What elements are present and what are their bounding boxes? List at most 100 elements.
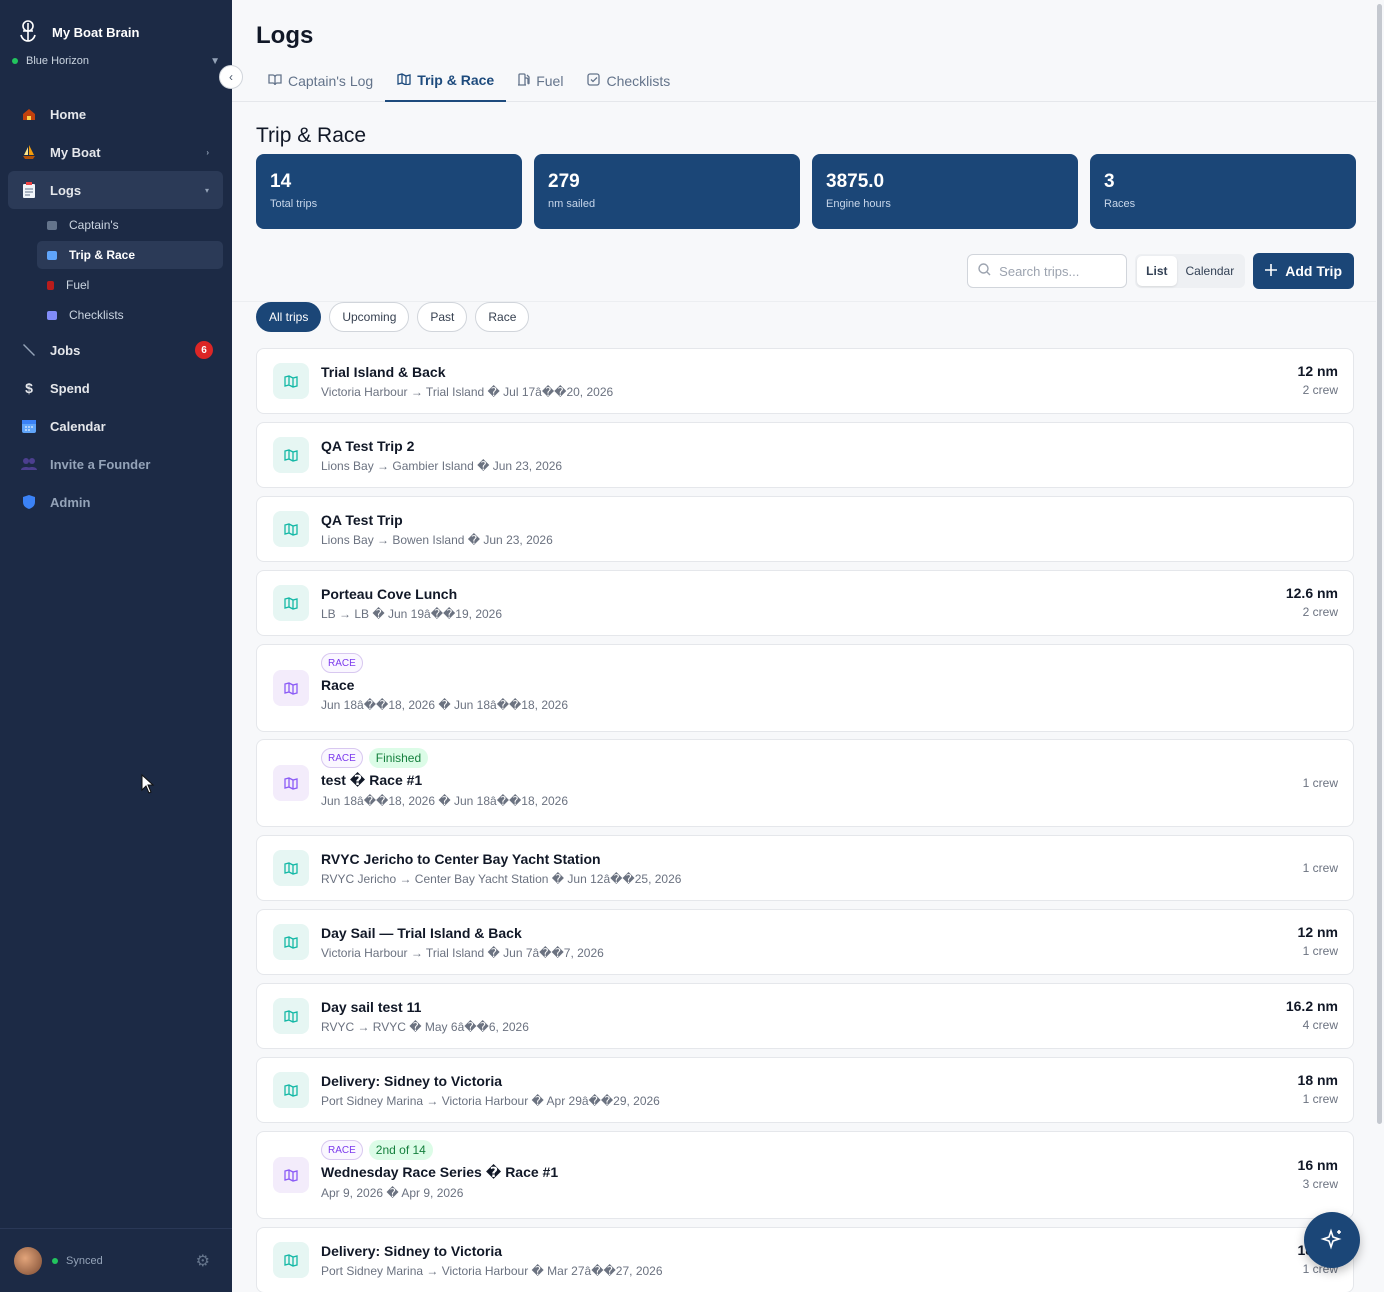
trip-subtitle: RVYC → RVYC � May 6â��6, 2026 (321, 1020, 529, 1034)
trip-subtitle: Port Sidney Marina → Victoria Harbour � … (321, 1094, 660, 1108)
map-icon (273, 998, 309, 1034)
trip-body: RACE Race Jun 18â��18, 2026 � Jun 18â��18,… (321, 653, 568, 712)
app-name: My Boat Brain (52, 24, 140, 40)
sidebar-item-my-boat[interactable]: My Boat › (8, 133, 223, 171)
race-tag: RACE (321, 1140, 363, 1160)
trip-subtitle: Jun 18â��18, 2026 � Jun 18â��18, 2026 (321, 698, 569, 712)
sidebar-subitem-checklists[interactable]: Checklists (37, 301, 223, 329)
boat-selector[interactable]: Blue Horizon ▼ (12, 55, 220, 67)
trip-meta: 12 nm 2 crew (1298, 363, 1338, 397)
sidebar-item-label: Logs (50, 182, 82, 198)
chevron-right-icon: › (206, 147, 209, 157)
trip-crew: 1 crew (1302, 776, 1338, 790)
sidebar-item-admin[interactable]: Admin (8, 483, 223, 521)
stat-label: Races (1104, 198, 1136, 210)
sidebar-footer: Synced ⚙ (0, 1228, 232, 1292)
trip-row[interactable]: Porteau Cove Lunch LB → LB � Jun 19â��19,… (256, 570, 1354, 636)
view-calendar-button[interactable]: Calendar (1177, 256, 1244, 286)
tab-fuel[interactable]: Fuel (506, 60, 575, 102)
tab-captains-log[interactable]: Captain's Log (256, 60, 385, 102)
checkbox-icon (587, 73, 601, 89)
sidebar-subitem-fuel[interactable]: Fuel (37, 271, 223, 299)
trip-row[interactable]: Trial Island & Back Victoria Harbour → Tr… (256, 348, 1354, 414)
trip-subtitle: Apr 9, 2026 � Apr 9, 2026 (321, 1186, 464, 1200)
stat-card-races: 3 Races (1090, 154, 1356, 229)
map-icon (273, 363, 309, 399)
book-icon (47, 220, 57, 230)
stat-card-nm-sailed: 279 nm sailed (534, 154, 800, 229)
online-status-dot (12, 58, 18, 64)
brand[interactable]: My Boat Brain (16, 18, 139, 46)
trip-row[interactable]: QA Test Trip 2 Lions Bay → Gambier Island… (256, 422, 1354, 488)
race-tag: RACE (321, 748, 363, 768)
trip-meta: 12 nm 1 crew (1298, 924, 1338, 958)
trip-body: Day Sail — Trial Island & Back Victoria H… (321, 925, 604, 960)
stat-value: 3875.0 (826, 171, 885, 192)
map-icon (273, 670, 309, 706)
stat-card-total-trips: 14 Total trips (256, 154, 522, 229)
map-icon (273, 765, 309, 801)
trip-crew: 1 crew (1302, 861, 1338, 875)
result-badge: Finished (368, 748, 429, 768)
trip-title: Delivery: Sidney to Victoria (321, 1243, 503, 1259)
filter-all-trips[interactable]: All trips (256, 302, 322, 332)
sidebar-subitem-trip-race[interactable]: Trip & Race (37, 241, 223, 269)
stat-label: nm sailed (548, 198, 596, 210)
filter-race[interactable]: Race (475, 302, 530, 332)
sidebar-item-jobs[interactable]: Jobs 6 (8, 331, 223, 369)
trip-crew: 2 crew (1302, 383, 1338, 397)
trip-crew: 3 crew (1302, 1177, 1338, 1191)
trip-crew: 1 crew (1302, 1092, 1338, 1106)
trip-crew: 2 crew (1302, 605, 1338, 619)
trip-row[interactable]: RACE Race Jun 18â��18, 2026 � Jun 18â��18,… (256, 644, 1354, 732)
book-open-icon (268, 73, 282, 89)
view-list-button[interactable]: List (1137, 256, 1177, 286)
trip-crew: 4 crew (1302, 1018, 1338, 1032)
ai-assistant-button[interactable] (1304, 1212, 1360, 1268)
sidebar-item-invite-founder[interactable]: Invite a Founder (8, 445, 223, 483)
checkbox-icon (47, 310, 57, 320)
trip-row[interactable]: Day Sail — Trial Island & Back Victoria H… (256, 909, 1354, 975)
gear-icon[interactable]: ⚙ (196, 1251, 210, 1271)
trip-meta: 12.6 nm 2 crew (1286, 585, 1338, 619)
trip-distance: 16.2 nm (1285, 998, 1338, 1014)
tab-checklists[interactable]: Checklists (575, 60, 682, 102)
trip-row[interactable]: RACE 2nd of 14 Wednesday Race Series � Rac… (256, 1131, 1354, 1219)
chevron-down-icon: ▾ (204, 185, 209, 195)
trip-row[interactable]: Delivery: Sidney to Victoria Port Sidney … (256, 1057, 1354, 1123)
sidebar-item-calendar[interactable]: Calendar (8, 407, 223, 445)
trip-row[interactable]: RACE Finished test � Race #1 Jun 18â��18, 2… (256, 739, 1354, 827)
sidebar-item-label: Admin (50, 494, 91, 510)
tab-trip-race[interactable]: Trip & Race (385, 60, 507, 102)
anchor-tree-logo-icon (20, 20, 36, 42)
sidebar-subitem-captains[interactable]: Captain's (37, 211, 223, 239)
trip-row[interactable]: QA Test Trip Lions Bay → Bowen Island � J… (256, 496, 1354, 562)
page-scrollbar[interactable] (1377, 4, 1382, 1124)
race-tag: RACE (321, 653, 363, 673)
logs-submenu: Captain's Trip & Race Fuel Checklists (8, 211, 223, 329)
sidebar-item-logs[interactable]: Logs ▾ (8, 171, 223, 209)
main-content: Logs Captain's Log Trip & Race Fuel Chec… (232, 0, 1384, 1292)
add-trip-button[interactable]: Add Trip (1253, 253, 1354, 289)
filter-upcoming[interactable]: Upcoming (329, 302, 410, 332)
filter-past[interactable]: Past (417, 302, 468, 332)
sidebar-nav: Home My Boat › Logs ▾ Captain's Trip & R… (8, 95, 223, 521)
boat-name: Blue Horizon (26, 55, 89, 67)
wrench-icon (20, 341, 38, 359)
trip-subtitle: Jun 18â��18, 2026 � Jun 18â��18, 2026 (321, 794, 569, 808)
add-trip-label: Add Trip (1285, 263, 1342, 279)
list-controls: Search trips... List Calendar Add Trip (967, 253, 1354, 289)
sidebar-item-spend[interactable]: $ Spend (8, 369, 223, 407)
sync-status: Synced (66, 1254, 103, 1267)
page-header: Logs Captain's Log Trip & Race Fuel Chec… (232, 0, 1376, 102)
sidebar-collapse-button[interactable]: ‹ (219, 65, 243, 89)
trip-row[interactable]: RVYC Jericho to Center Bay Yacht Station… (256, 835, 1354, 901)
trip-title: Day Sail — Trial Island & Back (321, 925, 522, 941)
avatar[interactable] (14, 1246, 42, 1275)
trip-subtitle: RVYC Jericho → Center Bay Yacht Station … (321, 872, 682, 886)
trip-body: QA Test Trip 2 Lions Bay → Gambier Island… (321, 438, 562, 473)
sidebar-item-home[interactable]: Home (8, 95, 223, 133)
search-input[interactable]: Search trips... (967, 254, 1128, 288)
trip-row[interactable]: Delivery: Sidney to Victoria Port Sidney … (256, 1227, 1354, 1292)
trip-row[interactable]: Day sail test 11 RVYC → RVYC � May 6â��6,… (256, 983, 1354, 1049)
